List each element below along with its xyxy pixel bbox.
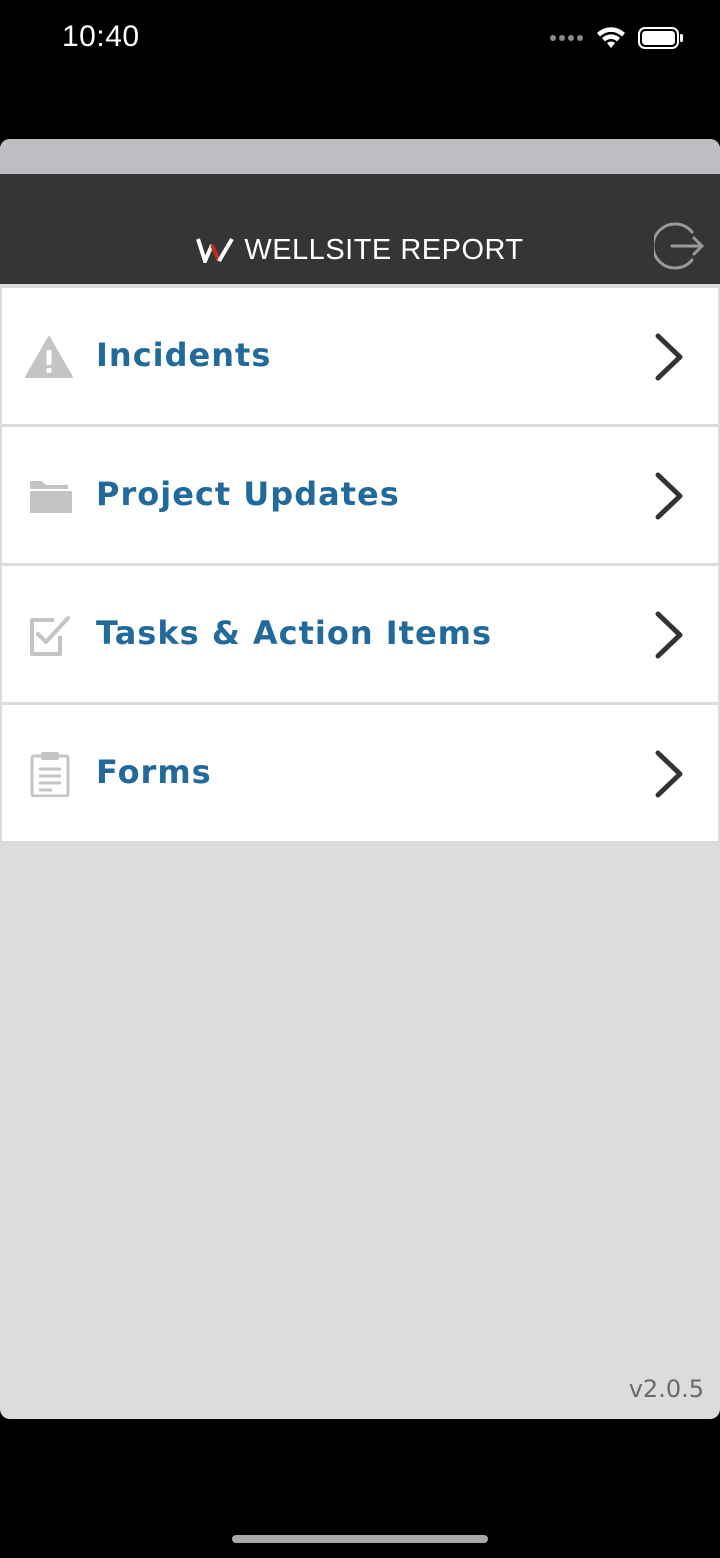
menu-item-label: Project Updates [96, 475, 400, 513]
warning-icon [25, 336, 73, 378]
home-indicator[interactable] [232, 1535, 488, 1543]
status-time: 10:40 [62, 20, 140, 53]
app-sheet: WELLSITE REPORT Incidents Project Update… [0, 139, 720, 1419]
clipboard-icon [30, 752, 70, 797]
folder-icon [30, 481, 72, 513]
logout-button[interactable] [651, 220, 706, 272]
status-icons [550, 26, 684, 50]
wifi-icon [597, 27, 625, 48]
menu-item-label: Tasks & Action Items [96, 614, 493, 652]
sheet-top-strip [0, 139, 720, 174]
menu-item-project-updates[interactable]: Project Updates [2, 427, 718, 563]
chevron-right-icon [655, 333, 683, 381]
menu-item-incidents[interactable]: Incidents [2, 288, 718, 424]
wellsite-w-logo-icon [196, 237, 235, 263]
menu-item-label: Incidents [96, 336, 272, 374]
menu-item-label: Forms [96, 753, 212, 791]
menu-item-tasks-action-items[interactable]: Tasks & Action Items [2, 566, 718, 702]
main-menu: Incidents Project Updates Tasks & Action… [2, 288, 718, 844]
app-version: v2.0.5 [628, 1375, 704, 1403]
battery-icon [638, 27, 683, 49]
status-bar: 10:40 [0, 0, 720, 80]
menu-item-forms[interactable]: Forms [2, 705, 718, 841]
cellular-signal-icon [550, 35, 583, 41]
chevron-right-icon [655, 611, 683, 659]
checkbox-icon [30, 616, 70, 656]
brand: WELLSITE REPORT [0, 232, 720, 268]
logout-icon [651, 222, 704, 270]
chevron-right-icon [655, 472, 683, 520]
app-header: WELLSITE REPORT [0, 174, 720, 284]
app-title: WELLSITE REPORT [244, 233, 524, 266]
chevron-right-icon [655, 750, 683, 798]
